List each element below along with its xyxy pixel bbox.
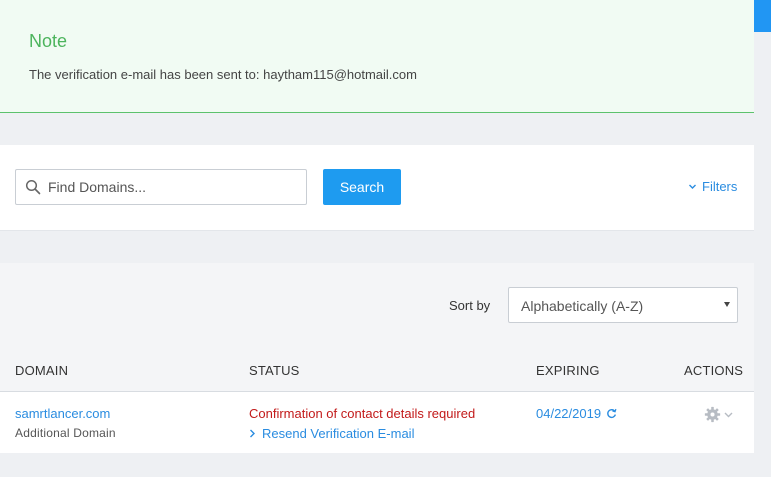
status-text: Confirmation of contact details required xyxy=(249,406,476,421)
search-panel: Search Filters xyxy=(0,145,754,231)
note-message: The verification e-mail has been sent to… xyxy=(29,67,417,82)
search-input[interactable] xyxy=(48,170,303,204)
column-header-expiring: EXPIRING xyxy=(536,363,600,378)
search-icon xyxy=(25,179,41,195)
sort-by-label: Sort by xyxy=(449,298,491,313)
resend-verification-link[interactable]: Resend Verification E-mail xyxy=(249,426,414,441)
column-header-actions: ACTIONS xyxy=(684,363,744,378)
resend-verification-label: Resend Verification E-mail xyxy=(262,426,415,441)
domain-type: Additional Domain xyxy=(15,426,116,440)
caret-down-icon xyxy=(724,302,730,307)
search-box[interactable] xyxy=(15,169,307,205)
verification-note: Note The verification e-mail has been se… xyxy=(0,0,754,113)
chevron-right-icon xyxy=(250,429,255,438)
domains-panel: Sort by Alphabetically (A-Z) DOMAIN STAT… xyxy=(0,263,754,453)
column-header-domain: DOMAIN xyxy=(15,363,69,378)
search-button[interactable]: Search xyxy=(323,169,401,205)
scrollbar-thumb[interactable] xyxy=(754,0,771,32)
refresh-icon xyxy=(607,408,617,419)
filters-label: Filters xyxy=(702,179,738,194)
chevron-down-icon xyxy=(689,184,696,189)
note-title: Note xyxy=(29,31,68,51)
column-header-status: STATUS xyxy=(249,363,300,378)
chevron-down-icon xyxy=(724,412,733,417)
sort-selected-value: Alphabetically (A-Z) xyxy=(521,298,644,314)
page-footer-gap xyxy=(0,453,754,477)
filters-toggle[interactable]: Filters xyxy=(688,179,737,194)
expiring-date-link[interactable]: 04/22/2019 xyxy=(536,406,617,421)
expiring-date: 04/22/2019 xyxy=(536,406,602,421)
sort-select[interactable]: Alphabetically (A-Z) xyxy=(508,287,738,323)
actions-menu-button[interactable] xyxy=(704,406,733,423)
domain-link[interactable]: samrtlancer.com xyxy=(15,406,110,421)
gear-icon xyxy=(704,406,721,423)
table-row: samrtlancer.com Additional Domain Confir… xyxy=(0,392,754,453)
